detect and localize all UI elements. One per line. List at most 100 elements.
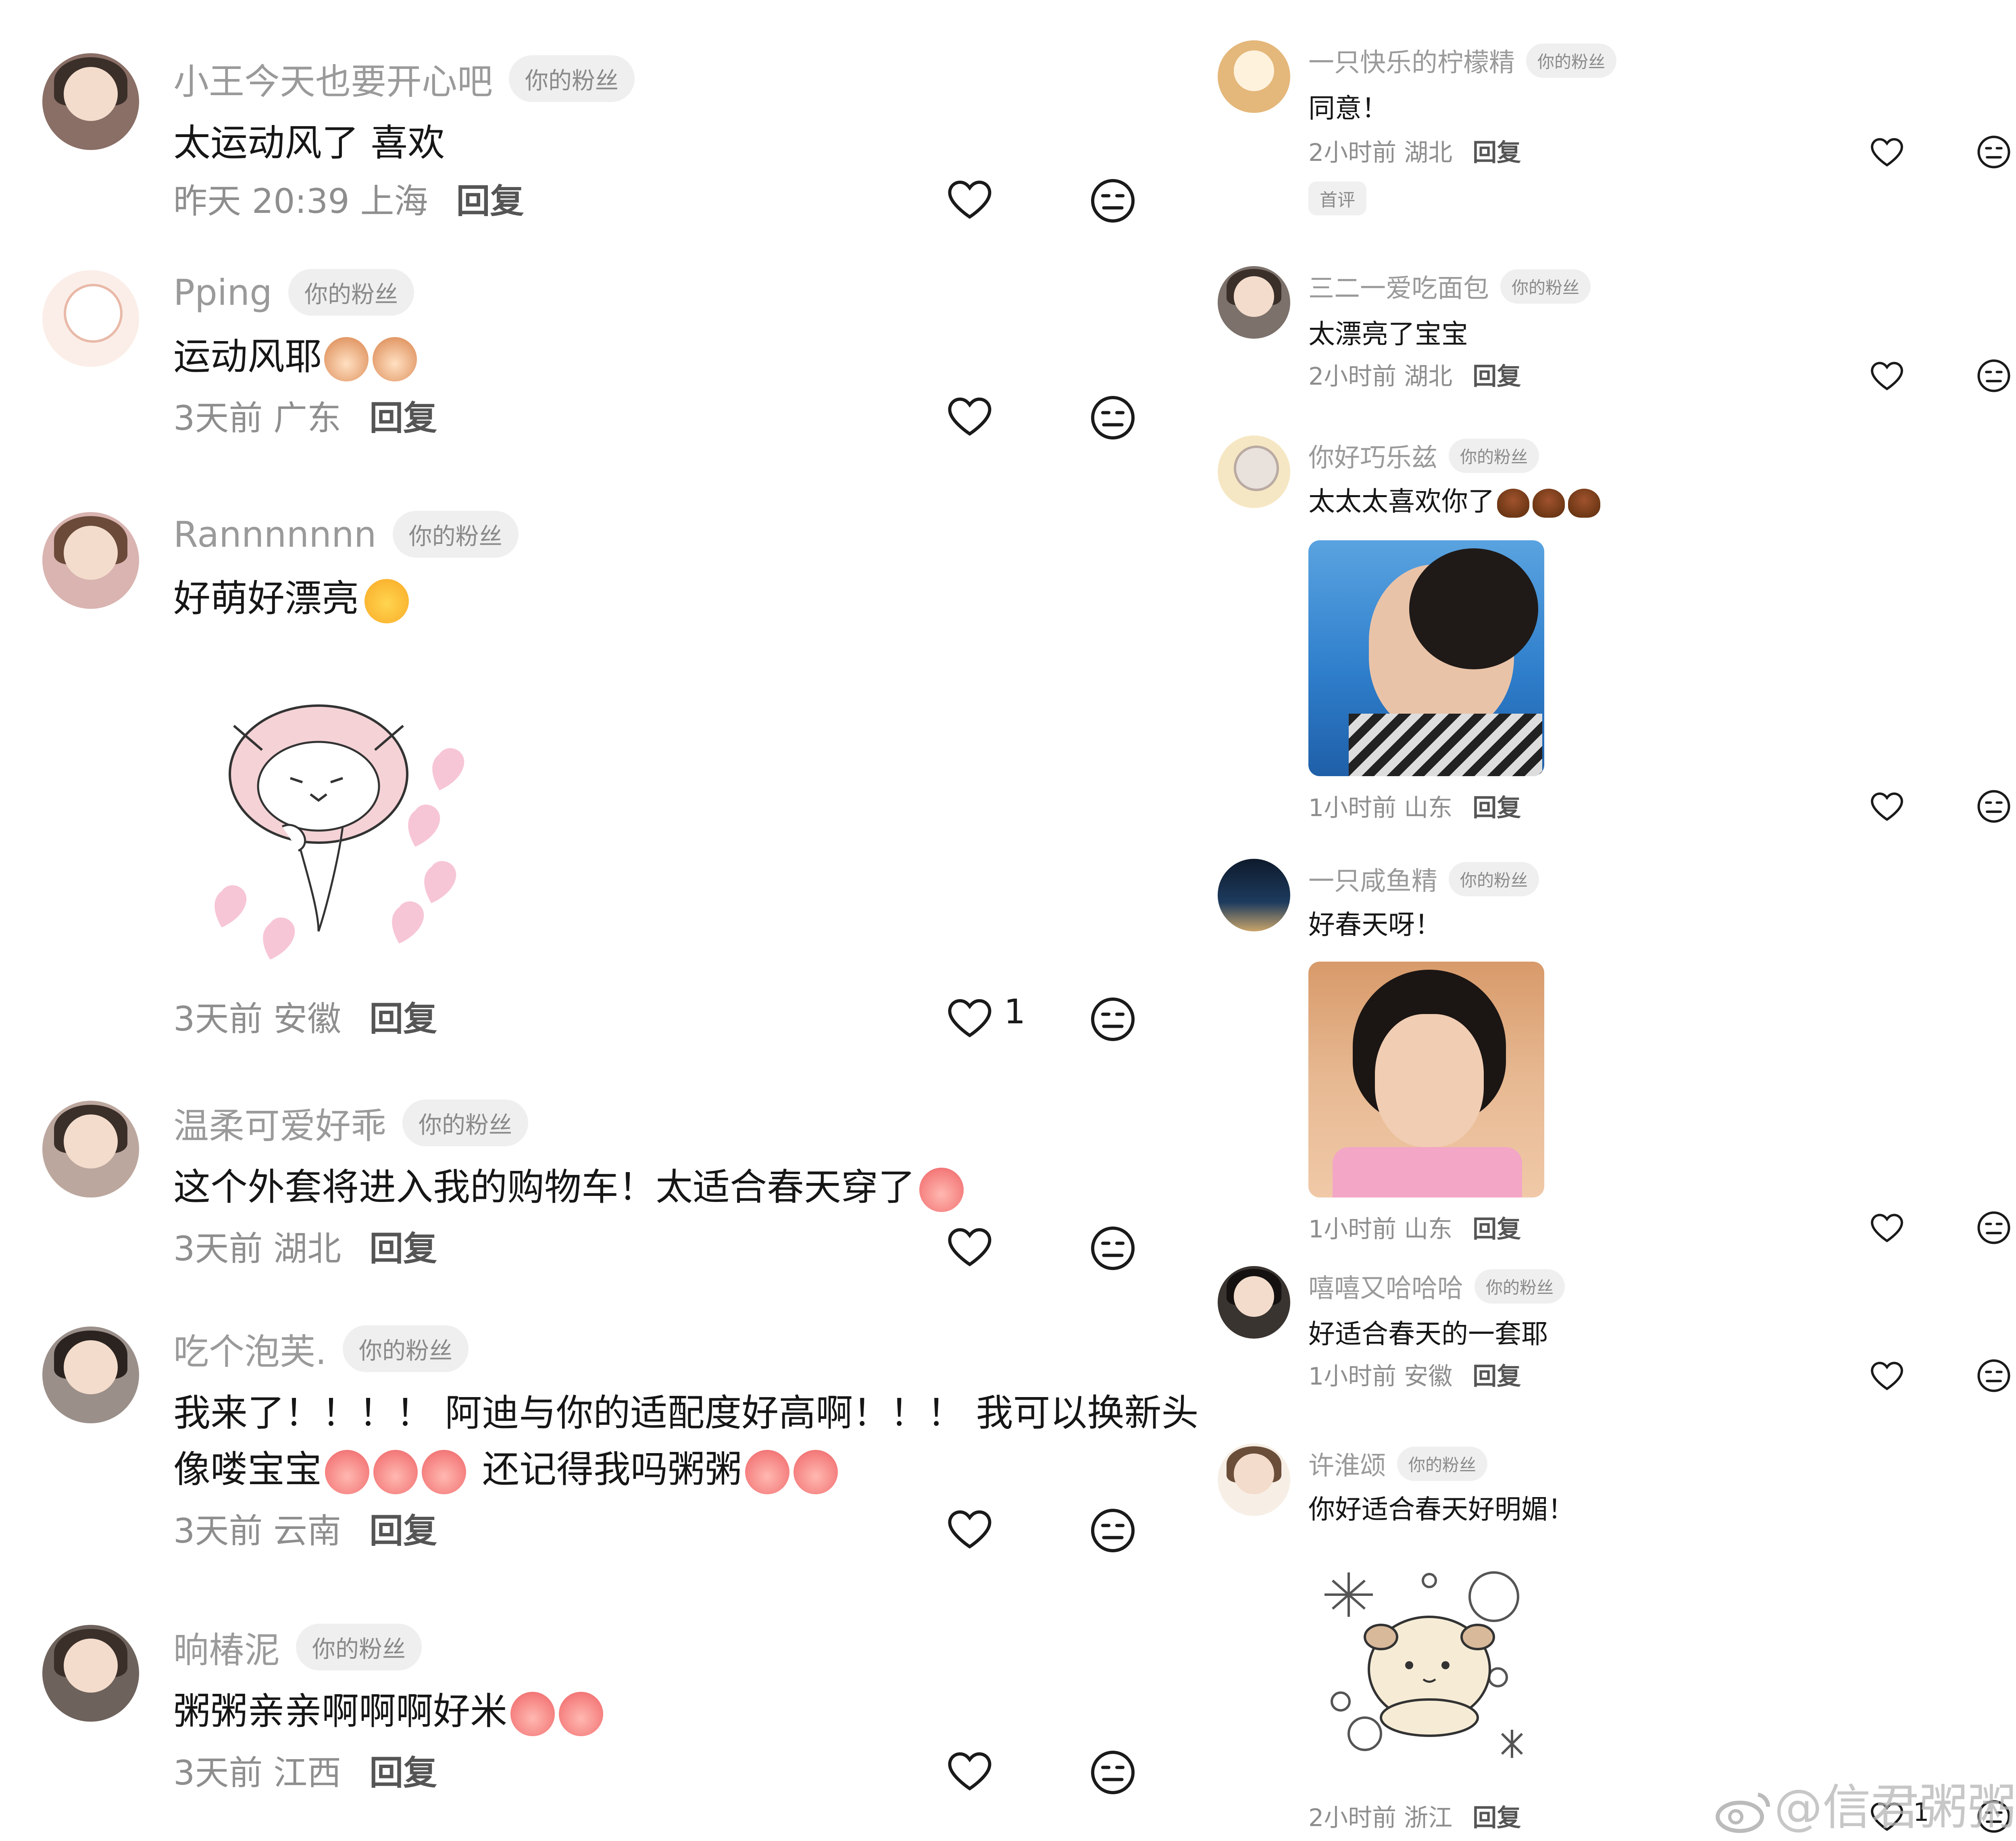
heart-outline-icon[interactable] [946, 995, 994, 1039]
reaction-photo[interactable] [1308, 540, 1544, 776]
comment-header: 你好巧乐兹 你的粉丝 [1308, 437, 1539, 474]
heart-outline-icon[interactable] [1869, 359, 1905, 392]
avatar[interactable] [42, 53, 139, 150]
comment-text-line2: 像喽宝宝 还记得我吗粥粥 [173, 1439, 838, 1494]
avatar[interactable] [1218, 266, 1290, 339]
reply-button[interactable]: 回复 [1472, 1804, 1521, 1832]
comment-time-location: 2小时前 浙江 [1308, 1804, 1453, 1832]
chestnut-emoji-icon [1568, 488, 1600, 518]
comment-text: 同意！ [1308, 93, 1388, 124]
fan-badge: 你的粉丝 [509, 55, 635, 102]
comment-text: 粥粥亲亲啊啊啊好米 [173, 1681, 604, 1736]
weibo-logo-icon [1716, 1793, 1770, 1833]
chestnut-emoji-icon [1497, 488, 1529, 518]
comment-text: 太太太喜欢你了 [1308, 480, 1600, 519]
comment-meta: 3天前 云南 回复 [173, 1504, 437, 1553]
username[interactable]: 晌椿泥 [173, 1622, 280, 1673]
comment-header: 吃个泡芙. 你的粉丝 [173, 1325, 469, 1372]
avatar[interactable] [42, 512, 139, 609]
heart-outline-icon[interactable] [1869, 1211, 1905, 1244]
username[interactable]: Rannnnnnn [173, 514, 377, 555]
heart-outline-icon[interactable] [946, 1748, 994, 1793]
meh-face-icon[interactable] [1976, 358, 2012, 394]
comment-text-body: 运动风耶 [173, 335, 322, 378]
comment-header: Rannnnnnn 你的粉丝 [173, 511, 519, 558]
comment-text: 太运动风了 喜欢 [173, 121, 445, 165]
avatar[interactable] [1218, 1443, 1290, 1516]
comment-header: 一只快乐的柠檬精 你的粉丝 [1308, 42, 1617, 79]
username[interactable]: 你好巧乐兹 [1308, 437, 1437, 474]
comment-meta: 2小时前 湖北 回复 [1308, 133, 1521, 168]
username[interactable]: 许淮颂 [1308, 1445, 1386, 1482]
avatar[interactable] [42, 270, 139, 367]
reply-button[interactable]: 回复 [456, 181, 524, 221]
meh-face-icon[interactable] [1976, 1358, 2012, 1394]
meh-face-icon[interactable] [1976, 134, 2012, 170]
username[interactable]: 小王今天也要开心吧 [173, 53, 493, 104]
reply-button[interactable]: 回复 [1472, 362, 1521, 391]
meh-face-icon[interactable] [1089, 1224, 1137, 1272]
comment-time-location: 3天前 广东 [173, 398, 342, 438]
comment-item: 一只咸鱼精 你的粉丝 好春天呀！ 1小时前 山东 回复 [1193, 851, 2016, 1254]
username[interactable]: 一只咸鱼精 [1308, 860, 1437, 898]
reply-button[interactable]: 回复 [369, 1753, 437, 1793]
heart-outline-icon[interactable] [1869, 789, 1905, 823]
meh-face-icon[interactable] [1089, 177, 1137, 225]
comment-time-location: 昨天 20:39 上海 [173, 181, 428, 221]
comment-item: 晌椿泥 你的粉丝 粥粥亲亲啊啊啊好米 3天前 江西 回复 [0, 1613, 1189, 1839]
reply-button[interactable]: 回复 [1472, 794, 1521, 822]
fan-badge: 你的粉丝 [1449, 438, 1539, 473]
heart-outline-icon[interactable] [946, 1506, 994, 1551]
username[interactable]: Pping [173, 272, 272, 313]
comment-meta: 1小时前 安徽 回复 [1308, 1357, 1521, 1392]
hamster-sticker-image[interactable] [1308, 1556, 1550, 1782]
avatar[interactable] [1218, 1266, 1290, 1339]
fan-badge: 你的粉丝 [402, 1100, 529, 1146]
username[interactable]: 三二一爱吃面包 [1308, 268, 1489, 305]
meh-face-icon[interactable] [1976, 788, 2012, 825]
comment-text-body: 还记得我吗粥粥 [482, 1448, 742, 1491]
username[interactable]: 嘻嘻又哈哈哈 [1308, 1268, 1463, 1305]
username[interactable]: 吃个泡芙. [173, 1323, 327, 1375]
cat-sticker-image[interactable] [190, 681, 488, 972]
meh-face-icon[interactable] [1089, 1748, 1137, 1797]
chestnut-emoji-icon [1533, 488, 1565, 518]
comment-text-body: 这个外套将进入我的购物车！太适合春天穿了 [173, 1166, 916, 1209]
meh-face-icon[interactable] [1089, 1506, 1137, 1555]
avatar[interactable] [42, 1101, 139, 1197]
photo-subject-hair [1409, 548, 1538, 669]
heart-outline-icon[interactable] [946, 394, 994, 438]
reply-button[interactable]: 回复 [1472, 1215, 1521, 1243]
heart-outline-icon[interactable] [1869, 135, 1905, 168]
avatar[interactable] [42, 1625, 139, 1722]
comment-meta: 3天前 安徽 回复 [173, 992, 437, 1041]
heart-outline-icon[interactable] [946, 177, 994, 221]
reply-button[interactable]: 回复 [369, 398, 437, 438]
username[interactable]: 温柔可爱好乖 [173, 1098, 386, 1149]
reply-button[interactable]: 回复 [1472, 1362, 1521, 1391]
photo-subject [1375, 1014, 1484, 1147]
reply-button[interactable]: 回复 [1472, 139, 1521, 167]
avatar[interactable] [1218, 435, 1290, 508]
username[interactable]: 一只快乐的柠檬精 [1308, 42, 1515, 79]
avatar[interactable] [42, 1327, 139, 1423]
comment-header: 一只咸鱼精 你的粉丝 [1308, 861, 1539, 897]
fan-badge: 你的粉丝 [296, 1624, 422, 1670]
meh-face-icon[interactable] [1089, 995, 1137, 1043]
comment-item: Rannnnnnn 你的粉丝 好萌好漂亮 3天前 安徽 回复 1 [0, 500, 1189, 1073]
reaction-photo[interactable] [1308, 962, 1544, 1197]
comment-text: 这个外套将进入我的购物车！太适合春天穿了 [173, 1157, 964, 1212]
peach-emoji-icon [793, 1449, 838, 1494]
meh-face-icon[interactable] [1089, 394, 1137, 442]
reply-button[interactable]: 回复 [369, 999, 437, 1039]
avatar[interactable] [1218, 40, 1290, 113]
avatar[interactable] [1218, 859, 1290, 931]
peach-emoji-icon [745, 1449, 790, 1494]
reply-button[interactable]: 回复 [369, 1511, 437, 1551]
reply-button[interactable]: 回复 [369, 1229, 437, 1268]
fan-badge: 你的粉丝 [1449, 862, 1539, 896]
heart-outline-icon[interactable] [1869, 1359, 1905, 1392]
meh-face-icon[interactable] [1976, 1210, 2012, 1246]
heart-outline-icon[interactable] [946, 1224, 994, 1268]
comment-time-location: 3天前 江西 [173, 1753, 342, 1793]
